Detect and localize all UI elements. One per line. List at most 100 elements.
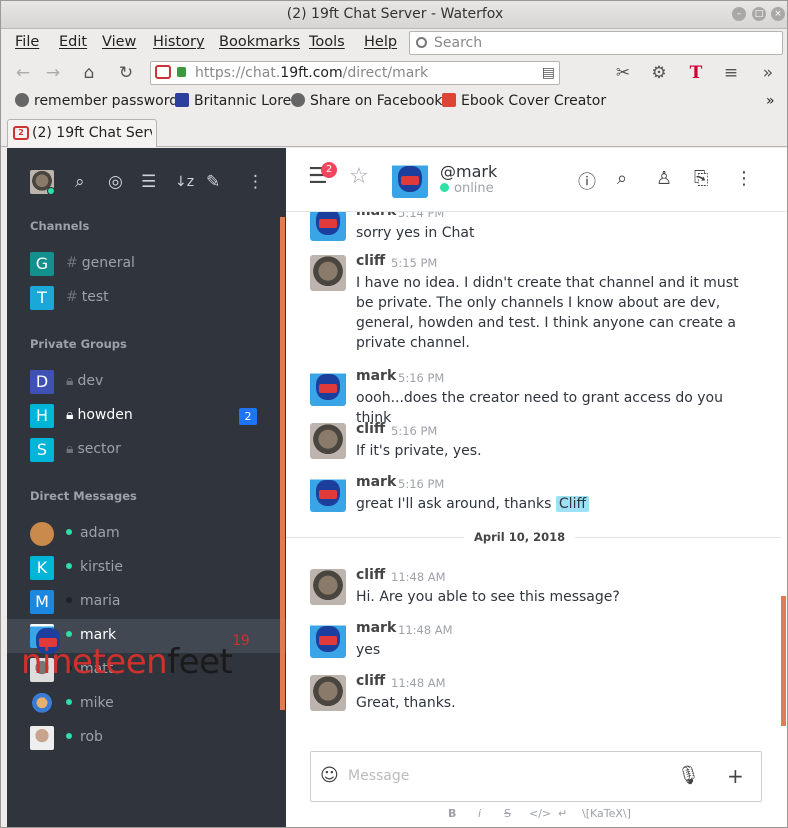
status-dot: [66, 563, 72, 569]
sidebar-item-howden[interactable]: H 🔒︎ howden 2: [7, 399, 286, 433]
tab-chat[interactable]: 2 (2) 19ft Chat Serv: [7, 119, 157, 147]
sidebar-item-sector[interactable]: S 🔒︎ sector: [7, 433, 286, 467]
list-icon[interactable]: ☰: [141, 172, 156, 192]
sort-icon[interactable]: ↓z: [175, 174, 194, 190]
room-title: @mark: [440, 162, 498, 181]
bookmark-share-facebook[interactable]: Share on Facebook: [291, 93, 443, 109]
kebab-menu-icon[interactable]: ⋮: [247, 172, 264, 192]
menu-view[interactable]: View: [102, 34, 136, 50]
tab-label: (2) 19ft Chat Serv: [32, 125, 152, 141]
channels-title: Channels: [30, 219, 90, 233]
sidebar-item-general[interactable]: G # general: [7, 247, 286, 281]
globe-icon: [291, 93, 305, 107]
search-icon: [416, 37, 427, 48]
room-label: rob: [80, 729, 103, 745]
star-icon[interactable]: ☆: [349, 164, 369, 189]
bookmarks-overflow-icon[interactable]: »: [766, 93, 775, 109]
search-icon[interactable]: ⌕: [617, 168, 627, 189]
microphone-icon[interactable]: 🎙︎: [677, 765, 700, 786]
avatar: [30, 522, 54, 546]
sidebar-scrollbar[interactable]: [280, 217, 285, 710]
message-author[interactable]: cliff: [356, 673, 385, 689]
plus-icon[interactable]: +: [727, 764, 744, 788]
bold-format-button[interactable]: B: [448, 807, 456, 820]
date-divider: April 10, 2018: [464, 530, 576, 544]
sidebar-item-test[interactable]: T # test: [7, 281, 286, 315]
message-author[interactable]: cliff: [356, 253, 385, 269]
bookmark-remember-password[interactable]: remember password: [15, 93, 178, 109]
menu-file[interactable]: File: [15, 34, 39, 50]
room-label: sector: [77, 441, 121, 457]
reader-view-icon[interactable]: ▤: [542, 65, 555, 81]
maximize-button[interactable]: □: [752, 7, 766, 21]
italic-format-button[interactable]: i: [478, 807, 481, 820]
sidebar-item-maria[interactable]: M maria: [7, 585, 286, 619]
message-input[interactable]: Message: [348, 768, 409, 784]
user-mention[interactable]: Cliff: [555, 496, 590, 512]
message-text: Great, thanks.: [356, 695, 456, 711]
minimize-button[interactable]: –: [732, 7, 746, 21]
url-bar[interactable]: https://chat.19ft.com/direct/mark ▤: [150, 61, 560, 85]
message-author[interactable]: mark: [356, 620, 396, 636]
multiline-format-button[interactable]: ↵: [558, 807, 567, 820]
kebab-menu-icon[interactable]: ⋮: [735, 168, 753, 189]
message-text: sorry yes in Chat: [356, 225, 475, 241]
message-author[interactable]: mark: [356, 368, 396, 384]
bookmark-britannic-lore[interactable]: Britannic Lore: [175, 93, 291, 109]
avatar[interactable]: [310, 255, 346, 291]
edit-icon[interactable]: ✎: [206, 172, 220, 192]
attachment-icon[interactable]: ⎘: [694, 168, 708, 189]
overflow-chevron-icon[interactable]: »: [758, 63, 778, 83]
sidebar-item-dev[interactable]: D 🔒︎ dev: [7, 365, 286, 399]
status-dot: [66, 699, 72, 705]
katex-format-button[interactable]: \[KaTeX\]: [582, 807, 631, 820]
user-icon[interactable]: ♙: [656, 168, 672, 189]
avatar[interactable]: [310, 370, 346, 406]
message-author[interactable]: mark: [356, 474, 396, 490]
menu-bookmarks[interactable]: Bookmarks: [219, 34, 300, 50]
back-arrow-icon[interactable]: ←: [13, 63, 33, 83]
messages-scrollbar[interactable]: [781, 596, 786, 726]
gear-icon[interactable]: ⚙: [649, 63, 669, 83]
code-format-button[interactable]: </>: [529, 807, 551, 820]
reload-icon[interactable]: ↻: [116, 63, 136, 83]
room-avatar: S: [30, 438, 54, 462]
sidebar-item-adam[interactable]: adam: [7, 517, 286, 551]
close-button[interactable]: ×: [771, 7, 785, 21]
message-author[interactable]: cliff: [356, 567, 385, 583]
lock-icon: 🔒︎: [66, 373, 74, 389]
message-time: 11:48 AM: [391, 570, 446, 584]
sidebar-item-kirstie[interactable]: K kirstie: [7, 551, 286, 585]
menu-help[interactable]: Help: [364, 34, 397, 50]
info-icon[interactable]: ⓘ: [578, 168, 596, 194]
avatar: [30, 726, 54, 750]
menu-history[interactable]: History: [153, 34, 205, 50]
sidebar-item-mike[interactable]: mike: [7, 687, 286, 721]
room-label: kirstie: [80, 559, 124, 575]
title-bar: (2) 19ft Chat Server - Waterfox – □ ×: [1, 1, 787, 29]
hamburger-menu-icon[interactable]: ≡: [721, 63, 741, 83]
avatar[interactable]: [310, 476, 346, 512]
bookmark-ebook-cover[interactable]: Ebook Cover Creator: [442, 93, 606, 109]
browser-search-input[interactable]: Search: [409, 31, 783, 55]
avatar[interactable]: [310, 622, 346, 658]
room-avatar: H: [30, 404, 54, 428]
emoji-icon[interactable]: ☺: [320, 765, 339, 786]
online-dot: [440, 183, 449, 192]
menu-edit[interactable]: Edit: [59, 34, 87, 50]
sidebar-item-rob[interactable]: rob: [7, 721, 286, 755]
search-icon[interactable]: ⌕: [75, 172, 85, 192]
screenshot-icon[interactable]: ✂: [613, 63, 633, 83]
message-author[interactable]: cliff: [356, 421, 385, 437]
lock-icon: [177, 67, 186, 77]
globe-icon[interactable]: ◎: [108, 172, 123, 192]
menu-tools[interactable]: Tools: [309, 34, 345, 50]
avatar[interactable]: [310, 423, 346, 459]
translate-icon[interactable]: T: [686, 63, 706, 83]
avatar[interactable]: [310, 675, 346, 711]
avatar[interactable]: [310, 569, 346, 605]
message-composer[interactable]: ☺ Message 🎙︎ +: [310, 751, 762, 802]
strike-format-button[interactable]: S: [504, 807, 511, 820]
forward-arrow-icon[interactable]: →: [43, 63, 63, 83]
home-icon[interactable]: ⌂: [79, 63, 99, 83]
